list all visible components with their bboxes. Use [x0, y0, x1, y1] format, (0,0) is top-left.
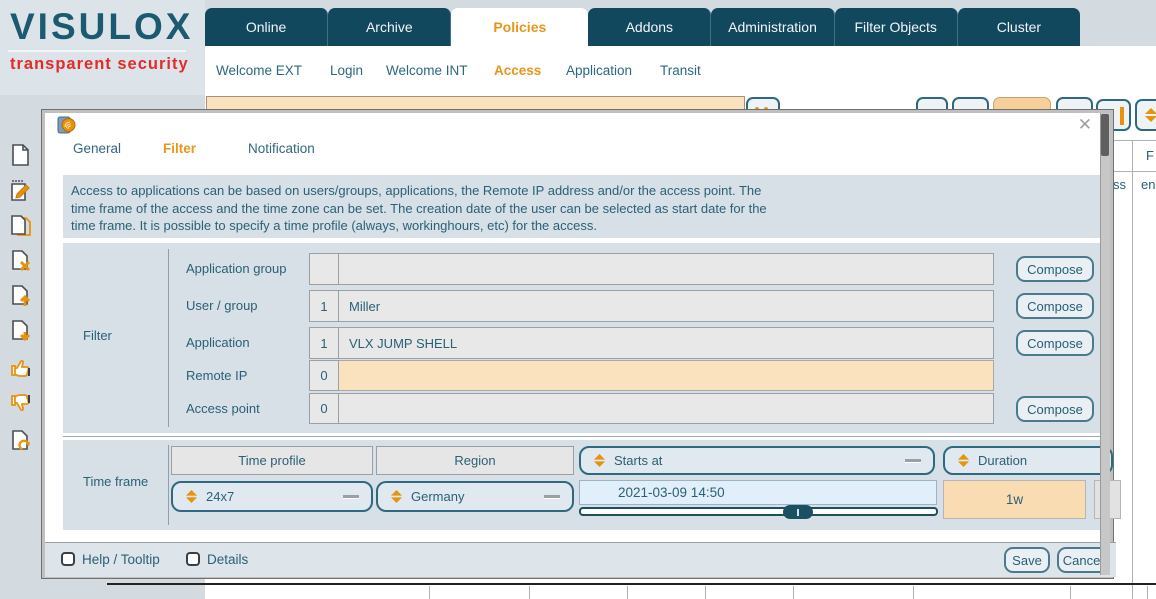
- table-row-header: [0, 585, 204, 599]
- app-window: F ss en VISULOX transparent security Onl…: [0, 0, 1156, 599]
- description-line: time frame of the access and the time zo…: [71, 200, 767, 216]
- duration-value[interactable]: 1w: [943, 480, 1086, 519]
- description-panel: Access to applications can be based on u…: [63, 175, 1103, 238]
- tab-policies[interactable]: Policies: [451, 8, 589, 46]
- subnav-transit[interactable]: Transit: [660, 63, 701, 78]
- thumbs-up-icon[interactable]: [9, 356, 35, 382]
- tab-addons[interactable]: Addons: [588, 8, 712, 46]
- new-document-icon[interactable]: [9, 143, 35, 169]
- compose-button[interactable]: Compose: [1016, 256, 1094, 282]
- count-cell: 1: [309, 290, 339, 322]
- filter-row: User / group 1 Miller Compose: [63, 290, 1103, 322]
- bar-icon: [1120, 107, 1124, 125]
- tab-administration[interactable]: Administration: [711, 8, 835, 46]
- count-cell: 0: [309, 360, 339, 391]
- dialog-scrollbar[interactable]: [1100, 113, 1110, 575]
- tab-filter-objects[interactable]: Filter Objects: [834, 8, 958, 46]
- compose-button[interactable]: Compose: [1016, 293, 1094, 319]
- filter-row: Application 1 VLX JUMP SHELL Compose: [63, 327, 1103, 359]
- brand-divider: [8, 50, 186, 52]
- count-cell: 1: [309, 327, 339, 359]
- count-cell: 0: [309, 393, 339, 424]
- subnav-login[interactable]: Login: [330, 63, 363, 78]
- time-frame-section-label: Time frame: [83, 474, 149, 489]
- top-navigation: Online Archive Policies Addons Administr…: [205, 8, 1080, 46]
- time-profile-select[interactable]: 24x7: [171, 481, 373, 512]
- duplicate-document-icon[interactable]: [9, 214, 35, 240]
- filter-row: Remote IP 0: [63, 360, 1103, 391]
- table-border: [107, 583, 1156, 585]
- description-line: time frame. It is possible to specify a …: [71, 218, 597, 233]
- policy-dialog: ✕ General Filter Notification Access to …: [41, 109, 1121, 579]
- partial-table-cell: en: [1141, 177, 1156, 192]
- delete-document-icon[interactable]: [9, 249, 35, 275]
- tab-archive[interactable]: Archive: [328, 8, 452, 46]
- thumbs-down-icon[interactable]: [9, 391, 35, 417]
- dialog-tab-filter[interactable]: Filter: [163, 141, 196, 156]
- edit-document-icon[interactable]: [9, 178, 35, 204]
- scrollbar-thumb[interactable]: [1101, 114, 1109, 156]
- filter-row: Application group Compose: [63, 253, 1103, 285]
- diamond-sort-icon: [390, 490, 403, 503]
- drag-handle-icon[interactable]: [544, 495, 560, 498]
- brand-logo: VISULOX: [10, 6, 194, 47]
- save-button[interactable]: Save: [1004, 547, 1050, 573]
- table-line: [1132, 140, 1133, 599]
- value-cell-highlighted[interactable]: [339, 360, 994, 391]
- filter-panel: Filter Application group Compose User / …: [63, 243, 1103, 433]
- help-tooltip-label: Help / Tooltip: [82, 552, 160, 567]
- close-icon[interactable]: ✕: [1078, 115, 1092, 135]
- starts-at-slider-thumb[interactable]: [783, 505, 813, 519]
- sort-diamond-icon: [1145, 108, 1156, 122]
- region-select[interactable]: Germany: [376, 481, 574, 512]
- policy-dialog-icon: [57, 116, 76, 134]
- count-cell: [309, 253, 339, 285]
- compose-button[interactable]: Compose: [1016, 396, 1094, 422]
- dialog-tab-general[interactable]: General: [73, 141, 121, 156]
- brand-tagline: transparent security: [10, 55, 189, 73]
- time-profile-header: Time profile: [171, 446, 373, 475]
- background-sort-button[interactable]: [1135, 99, 1156, 131]
- starts-at-header-dropdown[interactable]: Starts at: [579, 446, 935, 475]
- partial-column-header: F: [1146, 148, 1154, 163]
- value-cell[interactable]: Miller: [339, 290, 994, 322]
- partial-table-cell: ss: [1113, 177, 1126, 192]
- drag-handle-icon[interactable]: [343, 495, 359, 498]
- diamond-sort-icon: [185, 490, 198, 503]
- refresh-document-icon[interactable]: [9, 429, 35, 455]
- subnav-access[interactable]: Access: [494, 63, 541, 78]
- subnav-welcome-int[interactable]: Welcome INT: [386, 63, 468, 78]
- time-frame-panel: Time frame Time profile Region Starts at…: [63, 440, 1121, 530]
- filter-row: Access point 0 Compose: [63, 393, 1103, 424]
- details-label: Details: [207, 552, 249, 567]
- section-divider: [168, 445, 169, 525]
- value-cell[interactable]: VLX JUMP SHELL: [339, 327, 994, 359]
- starts-at-value[interactable]: 2021-03-09 14:50: [579, 480, 937, 505]
- value-cell[interactable]: [339, 393, 994, 424]
- download-document-icon[interactable]: [9, 319, 35, 345]
- compose-button[interactable]: Compose: [1016, 330, 1094, 356]
- duration-header-dropdown[interactable]: Duration: [943, 446, 1113, 475]
- dialog-footer: Help / Tooltip Details Save Cancel: [45, 542, 1116, 577]
- logo-block: VISULOX transparent security: [0, 0, 205, 95]
- tab-online[interactable]: Online: [205, 8, 329, 46]
- description-line: Access to applications can be based on u…: [71, 183, 762, 198]
- subnav-welcome-ext[interactable]: Welcome EXT: [216, 63, 302, 78]
- value-cell[interactable]: [339, 253, 994, 285]
- diamond-sort-icon: [593, 454, 606, 467]
- help-tooltip-checkbox[interactable]: [61, 552, 75, 566]
- dialog-tab-notification[interactable]: Notification: [248, 141, 315, 156]
- section-divider: [63, 436, 1103, 437]
- tab-cluster[interactable]: Cluster: [957, 8, 1080, 46]
- upload-document-icon[interactable]: [9, 284, 35, 310]
- region-header: Region: [376, 446, 574, 475]
- table-line: [1110, 171, 1156, 172]
- details-checkbox[interactable]: [186, 552, 200, 566]
- sub-navigation: Welcome EXT Login Welcome INT Access App…: [205, 46, 1156, 95]
- starts-at-slider[interactable]: [579, 507, 938, 516]
- subnav-application[interactable]: Application: [566, 63, 632, 78]
- diamond-sort-icon: [957, 454, 970, 467]
- drag-handle-icon[interactable]: [905, 459, 921, 462]
- table-line: [1110, 140, 1156, 141]
